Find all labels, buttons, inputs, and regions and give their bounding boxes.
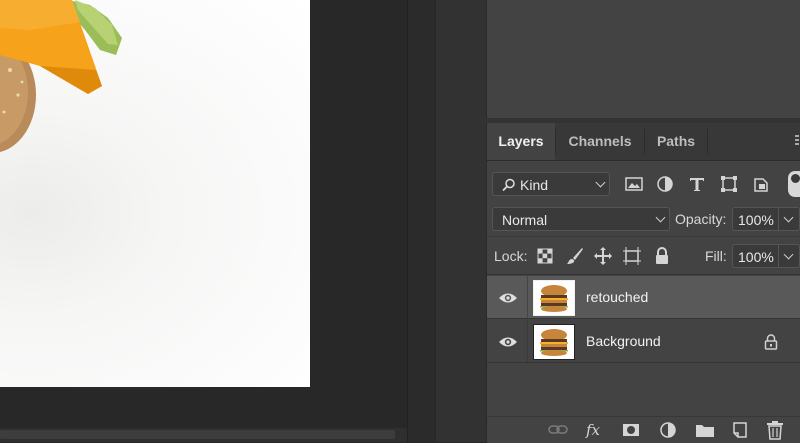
eye-icon[interactable] xyxy=(498,291,518,305)
lock-paint-icon[interactable] xyxy=(566,247,584,265)
upper-panel xyxy=(486,0,800,118)
shape-filter-icon[interactable] xyxy=(718,173,740,195)
layers-action-bar: fx xyxy=(487,416,800,443)
fill-label: Fill: xyxy=(705,248,727,264)
smart-object-filter-icon[interactable] xyxy=(750,173,772,195)
panel-menu-icon[interactable] xyxy=(795,135,800,149)
layer-row[interactable]: Background xyxy=(487,320,800,363)
tab-layers[interactable]: Layers xyxy=(487,123,555,160)
chevron-down-icon xyxy=(595,177,606,188)
panel-gutter xyxy=(407,0,436,442)
chevron-down-icon xyxy=(655,212,666,223)
opacity-value: 100% xyxy=(738,212,774,228)
lock-artboard-icon[interactable] xyxy=(622,246,642,266)
opacity-field[interactable]: 100% xyxy=(732,207,800,231)
link-icon[interactable] xyxy=(548,422,568,438)
scrollbar-thumb[interactable] xyxy=(0,430,395,439)
lock-transparent-icon[interactable] xyxy=(537,248,553,264)
trash-icon[interactable] xyxy=(766,420,784,440)
lock-all-icon[interactable] xyxy=(654,247,670,265)
layer-row[interactable]: retouched xyxy=(487,276,800,319)
adjustment-filter-icon[interactable] xyxy=(654,173,676,195)
tab-channels[interactable]: Channels xyxy=(556,123,644,160)
svg-text:fx: fx xyxy=(585,421,601,439)
mask-icon[interactable] xyxy=(622,422,640,438)
lock-label: Lock: xyxy=(494,248,528,264)
chevron-down-icon xyxy=(783,212,794,223)
image-filter-icon[interactable] xyxy=(623,173,645,195)
burger-thumbnail-image xyxy=(534,325,574,359)
search-icon xyxy=(502,178,515,192)
blend-mode-value: Normal xyxy=(502,212,548,228)
document-canvas[interactable] xyxy=(0,0,310,387)
fill-value: 100% xyxy=(738,249,774,265)
layer-thumbnail[interactable] xyxy=(533,324,575,360)
tab-paths[interactable]: Paths xyxy=(645,123,707,160)
lock-icon[interactable] xyxy=(764,334,778,350)
filter-kind-label: Kind xyxy=(520,177,549,193)
filter-kind-dropdown[interactable]: Kind xyxy=(492,172,610,196)
chevron-down-icon xyxy=(783,249,794,260)
layers-panel: Layers Channels Paths Kind Normal Opacit… xyxy=(486,123,800,443)
adjustment-layer-icon[interactable] xyxy=(659,421,677,439)
layer-thumbnail[interactable] xyxy=(533,280,575,316)
fill-field[interactable]: 100% xyxy=(732,244,800,268)
layer-name[interactable]: Background xyxy=(586,333,661,349)
new-layer-icon[interactable] xyxy=(731,421,749,439)
opacity-label: Opacity: xyxy=(675,211,727,227)
tab-separator xyxy=(707,129,708,155)
panel-dock-column xyxy=(435,0,486,442)
lock-position-icon[interactable] xyxy=(593,246,613,266)
eye-icon[interactable] xyxy=(498,335,518,349)
group-folder-icon[interactable] xyxy=(695,422,715,438)
fx-icon[interactable]: fx xyxy=(585,421,605,439)
burger-image xyxy=(0,0,122,153)
layer-name[interactable]: retouched xyxy=(586,289,648,305)
panel-tab-bar: Layers Channels Paths xyxy=(487,123,800,161)
burger-thumbnail-image xyxy=(534,281,574,315)
type-filter-icon[interactable] xyxy=(686,173,708,195)
blend-mode-dropdown[interactable]: Normal xyxy=(492,207,670,231)
filter-toggle-icon[interactable] xyxy=(788,171,800,197)
